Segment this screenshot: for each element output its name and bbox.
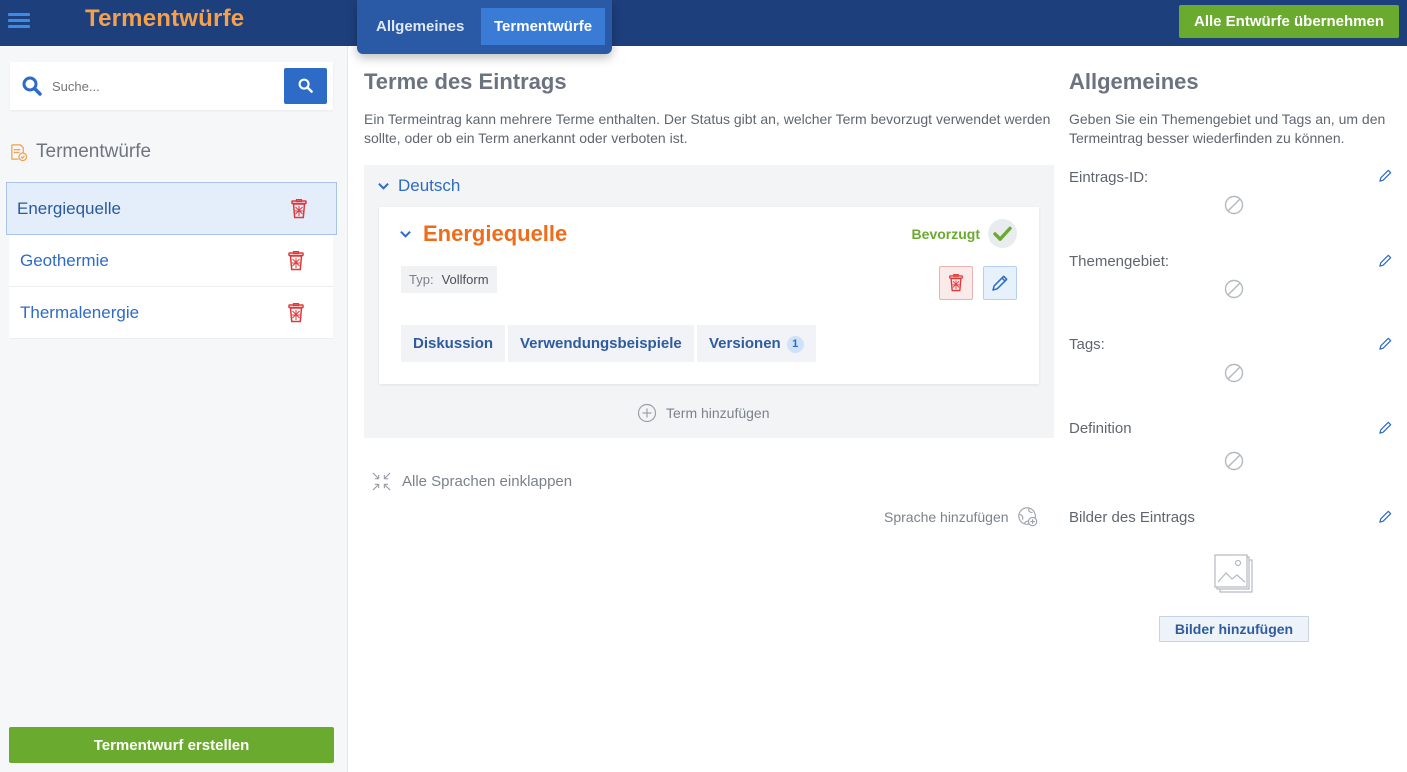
tab-termentwuerfe[interactable]: Termentwürfe [481, 8, 606, 45]
sidebar-heading: Termentwürfe [9, 140, 151, 164]
term-toggle[interactable]: Energiequelle [400, 221, 567, 247]
pencil-icon[interactable] [1378, 420, 1393, 435]
draft-item-label: Thermalenergie [20, 303, 140, 322]
search-input[interactable] [52, 74, 282, 98]
add-images-button[interactable]: Bilder hinzufügen [1159, 616, 1309, 642]
search-icon [22, 76, 42, 96]
pencil-icon [992, 275, 1008, 291]
draft-list: Energiequelle Geothermie Thermalenergie [6, 182, 337, 339]
add-term-label: Term hinzufügen [666, 405, 770, 421]
app-title: Termentwürfe [85, 5, 245, 32]
tab-usage-examples[interactable]: Verwendungsbeispiele [508, 325, 694, 362]
hamburger-icon[interactable] [8, 10, 30, 32]
tab-allgemeines[interactable]: Allgemeines [363, 8, 477, 45]
plus-circle-icon [637, 403, 657, 423]
draft-item-energiequelle[interactable]: Energiequelle [6, 182, 337, 235]
empty-icon [1224, 195, 1244, 215]
draft-item-label: Geothermie [20, 251, 109, 270]
language-toggle[interactable]: Deutsch [378, 176, 460, 196]
top-bar: Termentwürfe Allgemeines Termentwürfe Al… [0, 0, 1407, 54]
search-icon [298, 78, 313, 93]
empty-icon [1224, 363, 1244, 383]
tab-versions-label: Versionen [709, 335, 781, 352]
search-button[interactable] [284, 68, 327, 104]
delete-term-button[interactable] [939, 266, 973, 300]
trash-icon[interactable] [287, 251, 305, 271]
term-name: Energiequelle [423, 221, 568, 246]
globe-add-icon [1017, 507, 1037, 527]
pencil-icon[interactable] [1378, 336, 1393, 351]
field-subject-area-label: Themengebiet: [1069, 253, 1170, 270]
pencil-icon[interactable] [1378, 168, 1393, 183]
collapse-all-languages-button[interactable]: Alle Sprachen einklappen [371, 471, 572, 492]
main-title: Terme des Eintrags [364, 69, 567, 94]
chevron-down-icon [378, 182, 389, 190]
general-title: Allgemeines [1069, 69, 1199, 94]
term-card: Energiequelle Bevorzugt Typ: Vollform Di… [379, 207, 1039, 384]
general-description: Geben Sie ein Themengebiet und Tags an, … [1069, 111, 1386, 146]
pencil-icon[interactable] [1378, 253, 1393, 268]
collapse-icon [372, 472, 391, 491]
tab-versions[interactable]: Versionen 1 [697, 325, 816, 362]
versions-count-badge: 1 [786, 335, 804, 353]
create-draft-button[interactable]: Termentwurf erstellen [9, 727, 334, 763]
check-icon [988, 219, 1017, 248]
image-placeholder-icon [1214, 554, 1253, 593]
trash-icon[interactable] [290, 199, 308, 219]
draft-item-label: Energiequelle [17, 199, 121, 218]
sidebar-heading-label: Termentwürfe [36, 141, 152, 162]
search-box [10, 62, 333, 110]
draft-item-thermalenergie[interactable]: Thermalenergie [9, 287, 333, 339]
main-description: Ein Termeintrag kann mehrere Terme entha… [364, 111, 1051, 146]
field-entry-id-label: Eintrags-ID: [1069, 169, 1149, 186]
tab-bar: Allgemeines Termentwürfe [357, 0, 612, 54]
empty-icon [1224, 279, 1244, 299]
language-label: Deutsch [398, 176, 461, 195]
trash-icon[interactable] [287, 303, 305, 323]
trash-icon [949, 274, 963, 292]
term-type-chip: Typ: Vollform [401, 266, 497, 293]
tab-discussion[interactable]: Diskussion [401, 325, 506, 362]
add-language-button[interactable]: Sprache hinzufügen [884, 506, 1039, 528]
field-images-label: Bilder des Eintrags [1069, 509, 1195, 526]
type-value: Vollform [441, 272, 489, 287]
draft-item-geothermie[interactable]: Geothermie [9, 235, 333, 287]
field-definition-label: Definition [1069, 420, 1132, 437]
sidebar: Termentwürfe Energiequelle Geothermie Th… [0, 46, 348, 772]
add-language-label: Sprache hinzufügen [884, 509, 1009, 525]
empty-icon [1224, 451, 1244, 471]
add-term-button[interactable]: Term hinzufügen [637, 403, 770, 423]
apply-all-drafts-button[interactable]: Alle Entwürfe übernehmen [1179, 5, 1399, 38]
field-tags-label: Tags: [1069, 336, 1105, 353]
collapse-all-label: Alle Sprachen einklappen [402, 473, 573, 490]
term-status[interactable]: Bevorzugt [912, 219, 1017, 248]
edit-term-button[interactable] [983, 266, 1017, 300]
type-key: Typ: [409, 272, 434, 287]
status-label: Bevorzugt [911, 225, 980, 242]
draft-list-icon [11, 143, 28, 161]
chevron-down-icon [400, 230, 411, 238]
pencil-icon[interactable] [1378, 509, 1393, 524]
language-panel: Deutsch Energiequelle Bevorzugt Typ: Vol… [364, 165, 1054, 438]
